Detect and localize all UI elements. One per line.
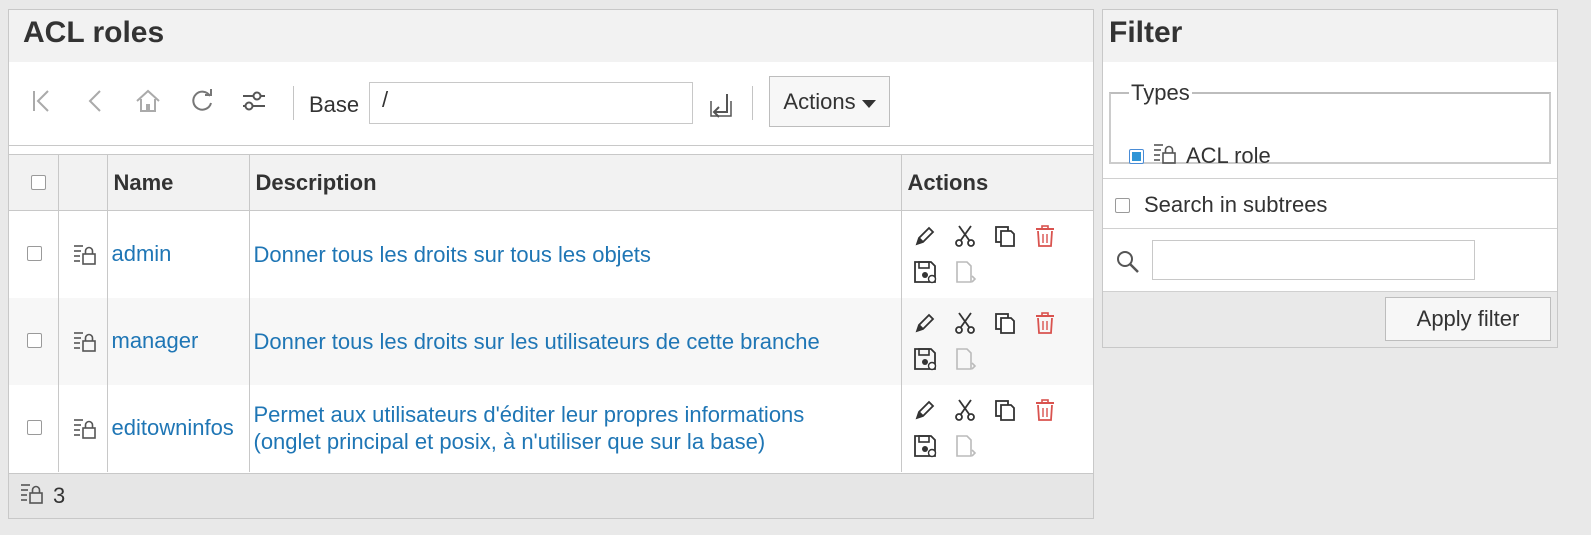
role-name-link[interactable]: editowninfos — [112, 415, 234, 440]
copy-icon[interactable] — [992, 396, 1018, 424]
row-actions — [906, 222, 1066, 286]
acl-role-icon — [1152, 140, 1178, 172]
save-icon[interactable] — [912, 258, 938, 286]
page-title: ACL roles — [9, 10, 1093, 62]
save-icon[interactable] — [912, 345, 938, 373]
table-footer: 3 — [9, 473, 1093, 518]
search-subtrees-checkbox[interactable] — [1115, 197, 1130, 213]
row-description-cell: Donner tous les droits sur les utilisate… — [249, 297, 902, 385]
toolbar-separator — [752, 86, 753, 120]
name-column-header[interactable]: Name — [107, 154, 250, 211]
row-actions — [906, 396, 1066, 460]
cut-icon[interactable] — [952, 309, 978, 337]
table-row[interactable]: editowninfos Permet aux utilisateurs d'é… — [9, 384, 1093, 472]
acl-role-icon — [63, 328, 107, 354]
select-all-checkbox[interactable] — [31, 174, 46, 190]
row-name-cell: admin — [107, 210, 250, 298]
row-description-cell: Donner tous les droits sur tous les obje… — [249, 210, 902, 298]
paste-icon[interactable] — [952, 432, 978, 460]
row-icon-cell — [58, 384, 108, 472]
copy-icon[interactable] — [992, 309, 1018, 337]
first-page-icon[interactable] — [27, 86, 57, 116]
search-row — [1103, 229, 1557, 291]
icon-column-header — [58, 154, 108, 211]
table-row[interactable]: manager Donner tous les droits sur les u… — [9, 297, 1093, 385]
item-count: 3 — [53, 483, 66, 508]
toolbar-separator — [293, 86, 294, 120]
edit-icon[interactable] — [912, 396, 938, 424]
row-select-cell — [9, 210, 59, 298]
types-legend: Types — [1131, 80, 1190, 105]
role-description-line: Permet aux utilisateurs d'éditer leur pr… — [253, 402, 805, 427]
row-description-cell: Permet aux utilisateurs d'éditer leur pr… — [249, 384, 902, 472]
roles-table: Name Description Actions admin Donner to… — [9, 154, 1093, 472]
row-name-cell: manager — [107, 297, 250, 385]
row-select-cell — [9, 297, 59, 385]
acl-role-icon — [19, 480, 45, 512]
row-checkbox[interactable] — [27, 246, 42, 262]
select-all-header — [9, 154, 59, 211]
filter-footer: Apply filter — [1103, 291, 1557, 347]
paste-icon[interactable] — [952, 258, 978, 286]
role-name-link[interactable]: manager — [112, 328, 199, 353]
acl-roles-panel: ACL roles Base / Actions Name Descriptio… — [8, 9, 1094, 519]
table-header-row: Name Description Actions — [9, 154, 1093, 211]
role-description-link[interactable]: Donner tous les droits sur tous les obje… — [254, 241, 901, 268]
paste-icon[interactable] — [952, 345, 978, 373]
caret-down-icon — [861, 99, 876, 108]
row-select-cell — [9, 384, 59, 472]
role-name-link[interactable]: admin — [112, 241, 172, 266]
delete-icon[interactable] — [1032, 396, 1058, 424]
save-icon[interactable] — [912, 432, 938, 460]
delete-icon[interactable] — [1032, 222, 1058, 250]
row-icon-cell — [58, 297, 108, 385]
delete-icon[interactable] — [1032, 309, 1058, 337]
row-checkbox[interactable] — [27, 333, 42, 348]
copy-icon[interactable] — [992, 222, 1018, 250]
row-actions-cell — [901, 211, 1093, 298]
filter-title: Filter — [1103, 10, 1557, 62]
row-name-cell: editowninfos — [107, 384, 250, 472]
acl-role-type-label: ACL role — [1186, 143, 1271, 168]
acl-role-icon — [63, 241, 107, 267]
search-icon — [1115, 249, 1141, 280]
search-subtrees-option[interactable]: Search in subtrees — [1115, 192, 1327, 218]
row-actions-cell — [901, 385, 1093, 472]
toolbar: Base / Actions — [9, 62, 1093, 146]
search-input[interactable] — [1152, 240, 1475, 280]
row-icon-cell — [58, 210, 108, 298]
table-row[interactable]: admin Donner tous les droits sur tous le… — [9, 210, 1093, 298]
acl-role-icon — [63, 415, 107, 441]
acl-role-checkbox[interactable] — [1129, 148, 1144, 164]
base-label: Base — [309, 92, 360, 117]
filter-panel: Filter Types ACL role Search in subtrees… — [1102, 9, 1558, 348]
types-fieldset: Types ACL role — [1109, 80, 1551, 168]
row-actions-cell — [901, 297, 1093, 385]
row-checkbox[interactable] — [27, 420, 42, 435]
search-subtrees-label: Search in subtrees — [1144, 192, 1328, 217]
role-description-line: (onglet principal et posix, à n'utiliser… — [253, 429, 766, 454]
role-description-link[interactable]: Donner tous les droits sur les utilisate… — [254, 328, 901, 355]
role-description-link[interactable]: Permet aux utilisateurs d'éditer leur pr… — [254, 401, 901, 455]
edit-icon[interactable] — [912, 222, 938, 250]
role-description-line: Donner tous les droits sur les utilisate… — [253, 328, 820, 354]
apply-filter-button[interactable]: Apply filter — [1385, 297, 1551, 341]
settings-sliders-icon[interactable] — [239, 86, 269, 116]
previous-icon[interactable] — [81, 86, 111, 116]
refresh-icon[interactable] — [187, 86, 217, 116]
cut-icon[interactable] — [952, 396, 978, 424]
actions-column-header: Actions — [901, 154, 1093, 211]
actions-menu-label: Actions — [783, 88, 856, 114]
base-input[interactable]: / — [369, 82, 693, 124]
submit-base-icon[interactable] — [706, 90, 736, 120]
role-description-line: Donner tous les droits sur tous les obje… — [253, 241, 651, 267]
type-option-acl-role[interactable]: ACL role — [1129, 140, 1271, 172]
cut-icon[interactable] — [952, 222, 978, 250]
home-icon[interactable] — [133, 86, 163, 116]
description-column-header[interactable]: Description — [249, 154, 902, 211]
row-actions — [906, 309, 1066, 373]
edit-icon[interactable] — [912, 309, 938, 337]
actions-menu-button[interactable]: Actions — [769, 76, 890, 127]
